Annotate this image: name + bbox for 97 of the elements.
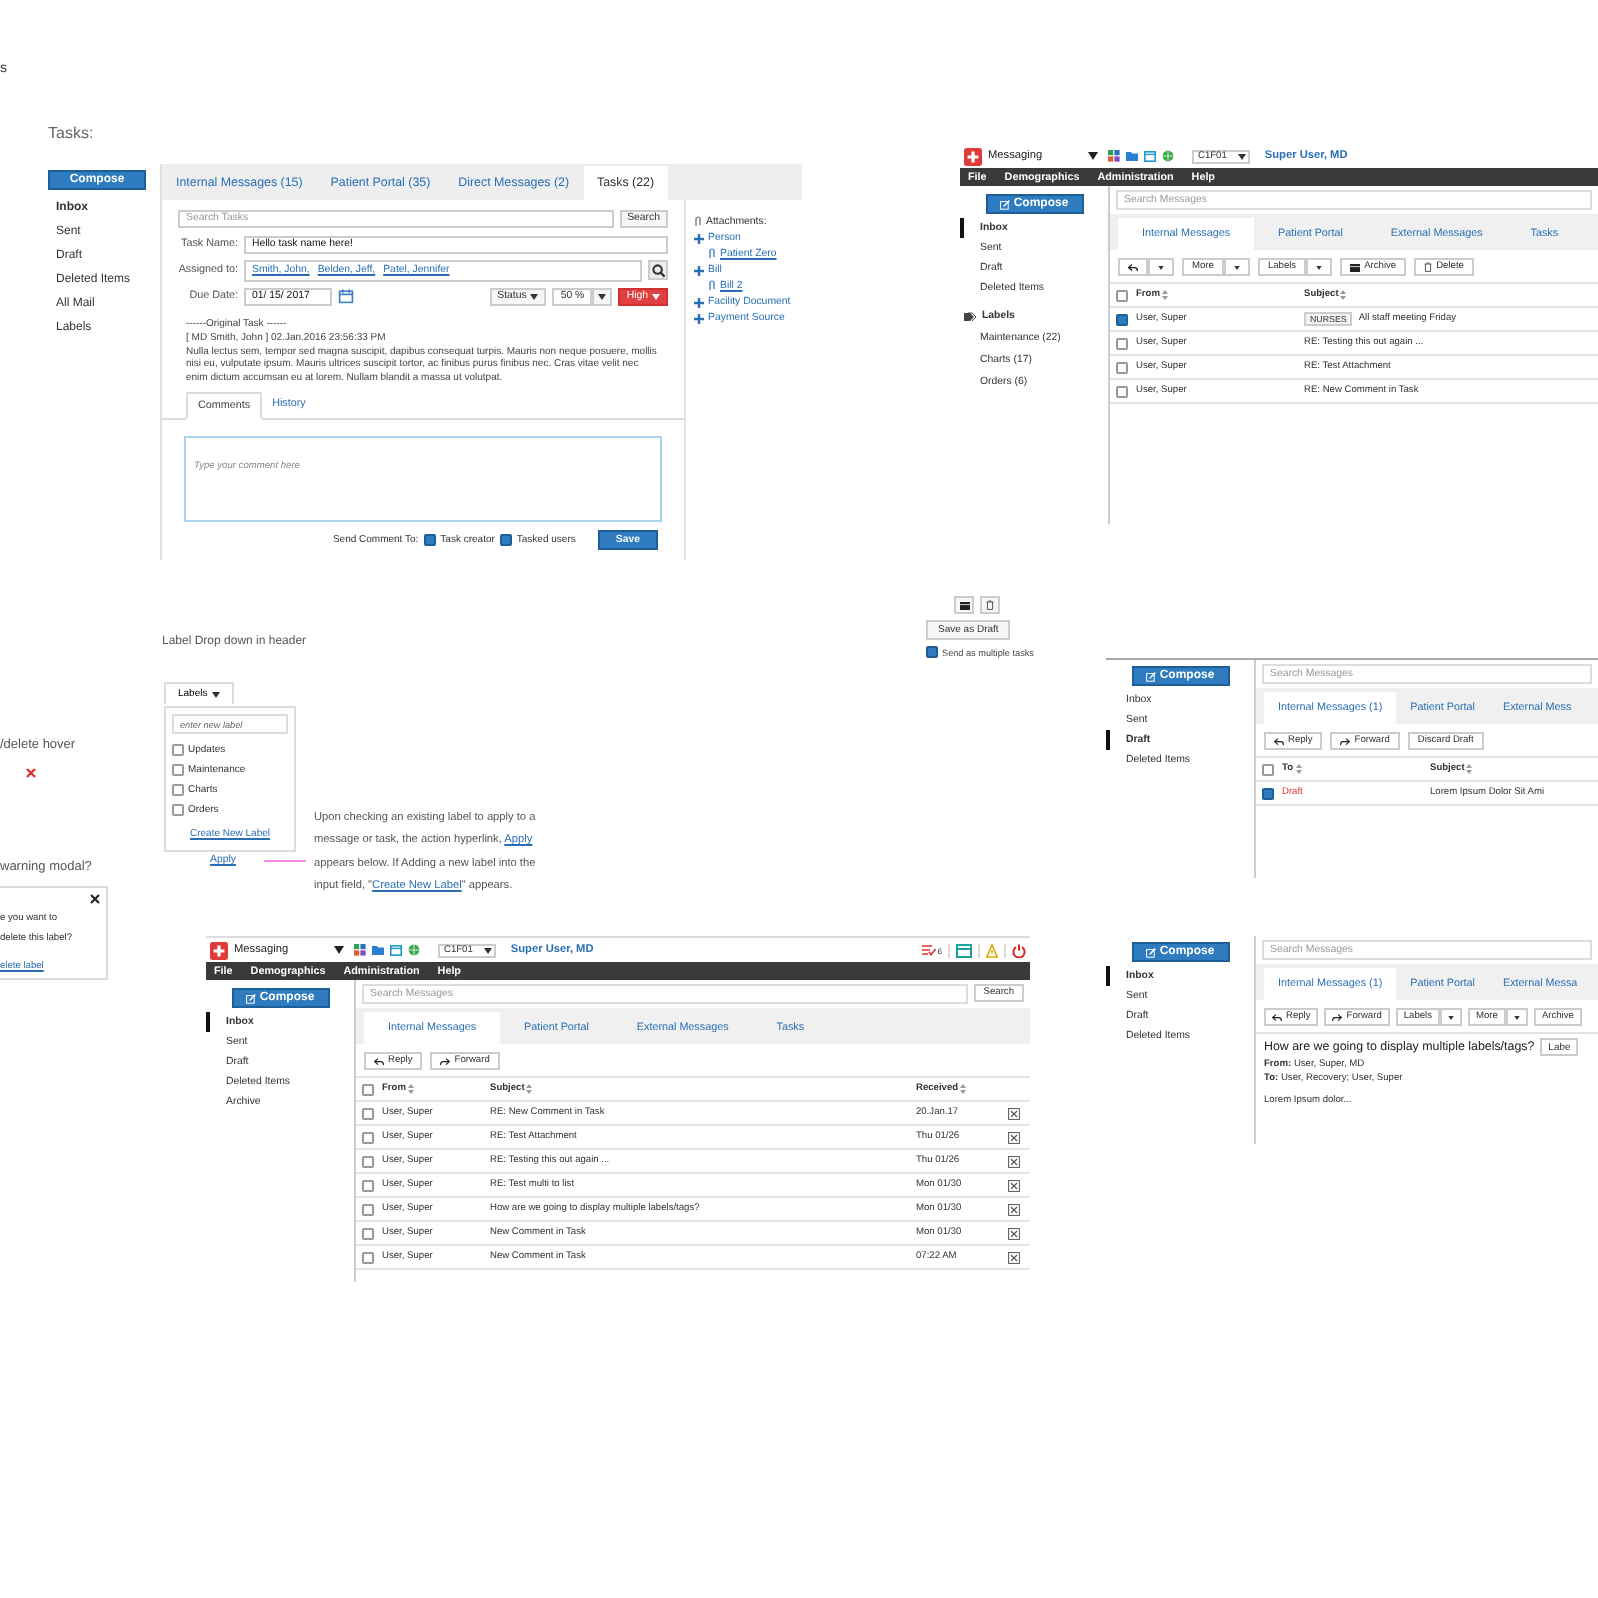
checkbox[interactable] <box>500 533 513 546</box>
pencil-icon <box>245 993 256 1003</box>
row-checkbox[interactable] <box>362 1131 374 1143</box>
plus-icon[interactable] <box>694 297 704 307</box>
row-checkbox[interactable] <box>1116 313 1128 325</box>
checkbox[interactable] <box>172 804 184 816</box>
calendar-icon[interactable] <box>1144 150 1156 162</box>
pencil-icon <box>1145 671 1156 681</box>
forward-icon <box>1340 737 1351 745</box>
search-button[interactable] <box>648 260 668 280</box>
mail-icon[interactable] <box>956 943 972 957</box>
archive-button[interactable] <box>954 596 974 614</box>
checkbox[interactable] <box>172 784 184 796</box>
pencil-icon <box>1145 947 1156 957</box>
caret-button[interactable] <box>1223 258 1250 276</box>
caret-icon <box>334 946 344 954</box>
row-checkbox[interactable] <box>362 1155 374 1167</box>
grid-icon[interactable] <box>354 944 366 956</box>
caret-icon <box>1513 1015 1520 1019</box>
folder-icon[interactable] <box>1126 150 1138 162</box>
delete-icon[interactable] <box>1008 1227 1020 1239</box>
paperclip-icon <box>708 280 716 292</box>
sort-icon <box>1466 764 1473 774</box>
sort-icon <box>1295 764 1302 774</box>
row-checkbox[interactable] <box>362 1251 374 1263</box>
reply-icon <box>1128 263 1138 271</box>
caret-icon <box>484 947 493 953</box>
row-checkbox[interactable] <box>362 1203 374 1215</box>
plus-icon[interactable] <box>694 233 704 243</box>
caret-icon <box>1088 152 1098 160</box>
section-heading: Tasks: <box>48 124 94 142</box>
sort-icon <box>526 1084 533 1094</box>
reply-icon <box>1274 737 1284 745</box>
checkbox[interactable] <box>424 533 437 546</box>
task-list-icon[interactable] <box>921 944 936 956</box>
power-icon[interactable] <box>1012 943 1026 957</box>
paperclip-icon <box>694 216 702 228</box>
delete-icon[interactable] <box>1008 1131 1020 1143</box>
plus-icon[interactable] <box>694 313 704 323</box>
select-all-checkbox[interactable] <box>362 1083 374 1095</box>
checkbox[interactable] <box>172 744 184 756</box>
paperclip-icon <box>708 248 716 260</box>
row-checkbox[interactable] <box>362 1227 374 1239</box>
delete-icon[interactable] <box>1008 1179 1020 1191</box>
forward-icon <box>1332 1013 1343 1021</box>
select-all-checkbox[interactable] <box>1262 763 1274 775</box>
pencil-icon <box>999 199 1010 209</box>
reply-button[interactable] <box>1118 258 1148 276</box>
caret-icon <box>1238 153 1247 159</box>
caret-button[interactable] <box>1440 1008 1462 1026</box>
calendar-icon[interactable] <box>338 288 354 304</box>
row-checkbox[interactable] <box>1116 361 1128 373</box>
archive-icon <box>1350 263 1361 271</box>
sort-icon <box>960 1084 967 1094</box>
sort-icon <box>1340 290 1347 300</box>
delete-button[interactable] <box>980 596 1000 614</box>
caret-icon <box>211 691 220 697</box>
reply-icon <box>1272 1013 1282 1021</box>
row-checkbox[interactable] <box>1116 385 1128 397</box>
caret-button[interactable] <box>1505 1008 1528 1026</box>
caret-icon <box>530 293 539 299</box>
tag-icon <box>964 311 978 321</box>
forward-icon <box>440 1057 451 1065</box>
row-checkbox[interactable] <box>362 1179 374 1191</box>
warning-icon[interactable] <box>986 943 998 957</box>
caret-icon <box>598 293 607 299</box>
globe-icon[interactable] <box>1162 150 1174 162</box>
delete-icon[interactable] <box>1008 1203 1020 1215</box>
delete-icon[interactable] <box>26 768 36 778</box>
caret-button[interactable] <box>1306 258 1333 276</box>
caret-icon <box>652 293 660 299</box>
percent-dropdown-button[interactable] <box>592 287 613 305</box>
grid-icon[interactable] <box>1108 150 1120 162</box>
select-all-checkbox[interactable] <box>1116 289 1128 301</box>
archive-icon <box>959 601 969 609</box>
delete-icon[interactable] <box>1008 1251 1020 1263</box>
sort-icon <box>408 1084 414 1094</box>
caret-icon <box>1233 265 1240 269</box>
sort-icon <box>1162 290 1168 300</box>
delete-icon[interactable] <box>1008 1155 1020 1167</box>
caret-icon <box>1316 265 1323 269</box>
checkbox[interactable] <box>926 646 938 658</box>
plus-icon[interactable] <box>694 265 704 275</box>
globe-icon[interactable] <box>408 944 420 956</box>
trash-icon <box>986 600 994 610</box>
row-checkbox[interactable] <box>362 1107 374 1119</box>
folder-icon[interactable] <box>372 944 384 956</box>
caret-icon <box>1448 1015 1454 1019</box>
caret-icon <box>1158 265 1164 269</box>
delete-icon[interactable] <box>1008 1107 1020 1119</box>
close-icon[interactable] <box>90 894 100 904</box>
checkbox[interactable] <box>172 764 184 776</box>
trash-icon <box>1424 262 1433 272</box>
reply-icon <box>374 1057 384 1065</box>
row-checkbox[interactable] <box>1116 337 1128 349</box>
calendar-icon[interactable] <box>390 944 402 956</box>
row-checkbox[interactable] <box>1262 787 1274 799</box>
